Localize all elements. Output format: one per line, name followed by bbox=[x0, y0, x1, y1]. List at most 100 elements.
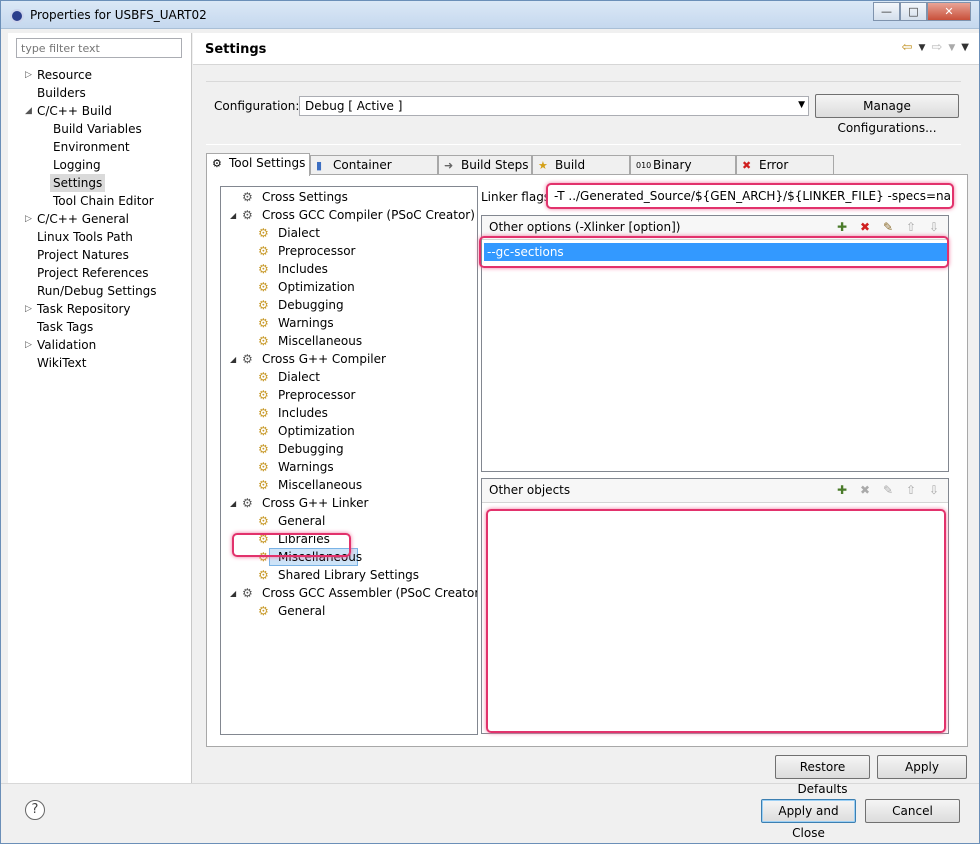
artifact-icon: ★ bbox=[538, 159, 548, 172]
tab-build-artifact[interactable]: ★Build Artifact bbox=[532, 155, 630, 190]
option-category-icon: ⚙ bbox=[258, 334, 269, 348]
restore-defaults-button[interactable]: Restore Defaults bbox=[775, 755, 870, 796]
sidebar-item[interactable]: Settings bbox=[50, 174, 106, 192]
collapse-arrow-icon[interactable]: ◢ bbox=[230, 499, 236, 508]
tab-error-parsers[interactable]: ✖Error Parsers bbox=[736, 155, 834, 190]
sidebar-item[interactable]: Linux Tools Path bbox=[37, 228, 133, 246]
tree-item[interactable]: ⚙ Preprocessor bbox=[258, 386, 355, 404]
sidebar-item[interactable]: WikiText bbox=[37, 354, 87, 372]
edit-icon[interactable]: ✎ bbox=[880, 219, 896, 235]
back-menu-chevron-icon[interactable]: ▼ bbox=[919, 40, 926, 56]
option-category-icon: ⚙ bbox=[258, 262, 269, 276]
view-menu-icon[interactable]: ▼ bbox=[961, 40, 969, 56]
tree-item[interactable]: ⚙ Optimization bbox=[258, 422, 355, 440]
tool-settings-panel: ⚙ Cross Settings ◢ ⚙ Cross GCC Compiler (PSo… bbox=[206, 174, 968, 747]
minimize-icon[interactable]: — bbox=[873, 2, 900, 21]
divider bbox=[1, 783, 979, 784]
tree-item[interactable]: ⚙ Includes bbox=[258, 404, 328, 422]
tree-item-label: Optimization bbox=[278, 424, 355, 438]
expand-arrow-icon[interactable]: ▷ bbox=[25, 214, 32, 224]
tree-item[interactable]: ⚙ Cross Settings bbox=[242, 188, 348, 206]
option-category-icon: ⚙ bbox=[258, 244, 269, 258]
manage-configurations-button[interactable]: Manage Configurations... bbox=[815, 94, 959, 135]
sidebar-item[interactable]: Run/Debug Settings bbox=[37, 282, 157, 300]
linker-flags-input[interactable]: -T ../Generated_Source/${GEN_ARCH}/${LIN… bbox=[546, 183, 954, 209]
tree-item[interactable]: ⚙ Cross GCC Assembler (PSoC Creator) bbox=[242, 584, 478, 602]
sidebar-item[interactable]: C/C++ General bbox=[37, 210, 129, 228]
tree-item[interactable]: ⚙ General bbox=[258, 602, 325, 620]
sidebar-item[interactable]: Builders bbox=[37, 84, 86, 102]
move-down-icon[interactable]: ⇩ bbox=[926, 482, 942, 498]
sidebar-item[interactable]: Build Variables bbox=[53, 120, 142, 138]
tab-tool-settings[interactable]: ⚙ Tool Settings bbox=[206, 153, 310, 176]
close-icon[interactable]: ✕ bbox=[927, 2, 971, 21]
collapse-arrow-icon[interactable]: ◢ bbox=[25, 106, 32, 116]
apply-and-close-button[interactable]: Apply and Close bbox=[761, 799, 856, 840]
tree-item[interactable]: ⚙ Includes bbox=[258, 260, 328, 278]
cancel-button[interactable]: Cancel bbox=[865, 799, 960, 823]
delete-icon[interactable]: ✖ bbox=[857, 482, 873, 498]
tree-item[interactable]: ⚙ Miscellaneous bbox=[258, 476, 362, 494]
tab-build-steps[interactable]: ➜ Build Steps bbox=[438, 155, 532, 175]
move-up-icon[interactable]: ⇧ bbox=[903, 219, 919, 235]
sidebar-item[interactable]: C/C++ Build bbox=[37, 102, 112, 120]
tree-item[interactable]: ⚙ Miscellaneous bbox=[258, 332, 362, 350]
collapse-arrow-icon[interactable]: ◢ bbox=[230, 211, 236, 220]
help-icon[interactable]: ? bbox=[25, 800, 45, 820]
forward-arrow-icon[interactable]: ⇨ bbox=[931, 40, 942, 56]
sidebar-item[interactable]: Environment bbox=[53, 138, 130, 156]
tree-item[interactable]: ⚙ Warnings bbox=[258, 458, 334, 476]
forward-menu-chevron-icon[interactable]: ▼ bbox=[948, 40, 955, 56]
tree-item-label: Cross G++ Compiler bbox=[262, 352, 386, 366]
tree-item[interactable]: ⚙ Debugging bbox=[258, 440, 344, 458]
tab-binary-parsers[interactable]: 010Binary Parsers bbox=[630, 155, 736, 190]
option-category-icon: ⚙ bbox=[258, 478, 269, 492]
tree-item[interactable]: ⚙ Warnings bbox=[258, 314, 334, 332]
dropdown-chevron-icon: ▼ bbox=[798, 100, 805, 110]
other-objects-label: Other objects bbox=[489, 483, 571, 497]
delete-icon[interactable]: ✖ bbox=[857, 219, 873, 235]
collapse-arrow-icon[interactable]: ◢ bbox=[230, 355, 236, 364]
back-arrow-icon[interactable]: ⇦ bbox=[902, 40, 913, 56]
tree-item[interactable]: ⚙ Debugging bbox=[258, 296, 344, 314]
expand-arrow-icon[interactable]: ▷ bbox=[25, 340, 32, 350]
add-icon[interactable]: ✚ bbox=[834, 219, 850, 235]
add-icon[interactable]: ✚ bbox=[834, 482, 850, 498]
apply-button[interactable]: Apply bbox=[877, 755, 967, 779]
linker-options: Linker flags -T ../Generated_Source/${GE… bbox=[479, 175, 969, 748]
tree-item[interactable]: ⚙ Optimization bbox=[258, 278, 355, 296]
annotation-highlight-other-objects bbox=[486, 509, 946, 733]
tree-item-label: Includes bbox=[278, 262, 328, 276]
tree-item-label: Cross GCC Assembler (PSoC Creator) bbox=[262, 586, 478, 600]
expand-arrow-icon[interactable]: ▷ bbox=[25, 304, 32, 314]
sidebar-item[interactable]: Task Tags bbox=[37, 318, 93, 336]
settings-header: Settings ⇦ ▼ ⇨ ▼ ▼ bbox=[193, 33, 979, 65]
eclipse-icon bbox=[10, 9, 24, 23]
maximize-icon[interactable]: □ bbox=[900, 2, 927, 21]
tree-item[interactable]: ⚙ General bbox=[258, 512, 325, 530]
move-down-icon[interactable]: ⇩ bbox=[926, 219, 942, 235]
option-category-icon: ⚙ bbox=[258, 316, 269, 330]
tool-settings-tree: ⚙ Cross Settings ◢ ⚙ Cross GCC Compiler (PSo… bbox=[220, 186, 478, 735]
tree-item[interactable]: ⚙ Dialect bbox=[258, 368, 320, 386]
tree-item[interactable]: ⚙ Cross G++ Linker bbox=[242, 494, 368, 512]
sidebar-item[interactable]: Tool Chain Editor bbox=[53, 192, 154, 210]
tab-container-settings[interactable]: ▮Container Settings bbox=[310, 155, 438, 190]
sidebar-item[interactable]: Task Repository bbox=[37, 300, 131, 318]
edit-icon[interactable]: ✎ bbox=[880, 482, 896, 498]
sidebar-item[interactable]: Project References bbox=[37, 264, 149, 282]
collapse-arrow-icon[interactable]: ◢ bbox=[230, 589, 236, 598]
configuration-select[interactable]: Debug [ Active ] ▼ bbox=[299, 96, 809, 116]
tree-item[interactable]: ⚙ Cross GCC Compiler (PSoC Creator) bbox=[242, 206, 475, 224]
move-up-icon[interactable]: ⇧ bbox=[903, 482, 919, 498]
sidebar-item[interactable]: Resource bbox=[37, 66, 92, 84]
tree-item[interactable]: ⚙ Cross G++ Compiler bbox=[242, 350, 386, 368]
tree-item[interactable]: ⚙ Dialect bbox=[258, 224, 320, 242]
sidebar-item[interactable]: Logging bbox=[53, 156, 101, 174]
sidebar-item[interactable]: Project Natures bbox=[37, 246, 129, 264]
sidebar-item[interactable]: Validation bbox=[37, 336, 96, 354]
expand-arrow-icon[interactable]: ▷ bbox=[25, 70, 32, 80]
tree-item[interactable]: ⚙ Preprocessor bbox=[258, 242, 355, 260]
tree-item[interactable]: ⚙ Shared Library Settings bbox=[258, 566, 419, 584]
filter-input[interactable] bbox=[16, 38, 182, 58]
